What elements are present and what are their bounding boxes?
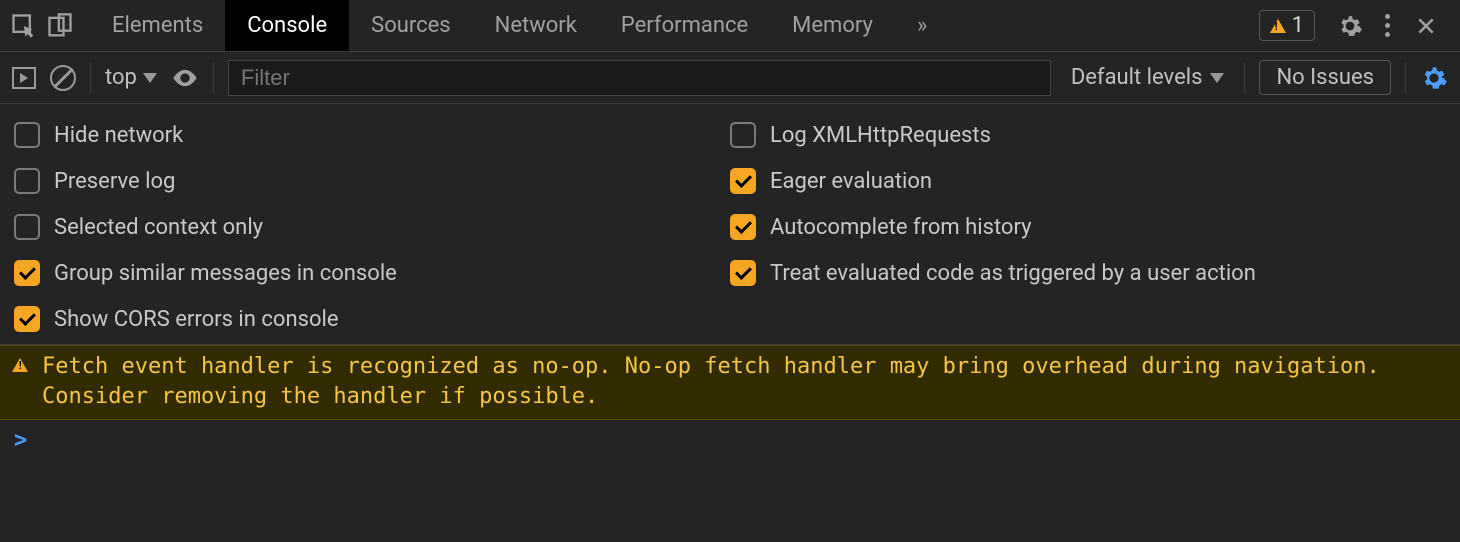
tab-performance[interactable]: Performance bbox=[599, 0, 770, 51]
panel-tabs: Elements Console Sources Network Perform… bbox=[90, 0, 949, 51]
chevron-down-icon bbox=[143, 73, 157, 83]
tab-console[interactable]: Console bbox=[225, 0, 349, 51]
warning-triangle-icon bbox=[1270, 19, 1286, 33]
settings-gear-icon[interactable] bbox=[1337, 13, 1363, 39]
checkbox-label: Log XMLHttpRequests bbox=[770, 123, 991, 148]
top-bar-right: 1 bbox=[1259, 10, 1450, 41]
live-expression-icon[interactable] bbox=[171, 64, 199, 92]
prompt-chevron-icon: > bbox=[14, 428, 27, 453]
separator bbox=[213, 63, 214, 93]
checkbox-label: Show CORS errors in console bbox=[54, 307, 339, 332]
checkbox[interactable] bbox=[14, 306, 40, 332]
checkbox[interactable] bbox=[730, 214, 756, 240]
setting-preserve-log[interactable]: Preserve log bbox=[14, 168, 730, 194]
separator bbox=[1244, 63, 1245, 93]
separator bbox=[90, 63, 91, 93]
checkbox-label: Selected context only bbox=[54, 215, 263, 240]
chevron-down-icon bbox=[1210, 73, 1224, 83]
separator bbox=[1405, 63, 1406, 93]
tab-sources[interactable]: Sources bbox=[349, 0, 473, 51]
context-selector[interactable]: top bbox=[105, 65, 157, 90]
console-settings-panel: Hide network Preserve log Selected conte… bbox=[0, 104, 1460, 345]
setting-treat-user[interactable]: Treat evaluated code as triggered by a u… bbox=[730, 260, 1446, 286]
checkbox[interactable] bbox=[14, 214, 40, 240]
toggle-sidebar-icon[interactable] bbox=[12, 67, 36, 89]
setting-eager-eval[interactable]: Eager evaluation bbox=[730, 168, 1446, 194]
settings-column-left: Hide network Preserve log Selected conte… bbox=[14, 112, 730, 332]
checkbox[interactable] bbox=[14, 168, 40, 194]
tabs-overflow-button[interactable]: » bbox=[895, 0, 949, 51]
filter-input[interactable] bbox=[228, 60, 1051, 96]
clear-console-icon[interactable] bbox=[50, 65, 76, 91]
checkbox-label: Group similar messages in console bbox=[54, 261, 397, 286]
setting-hide-network[interactable]: Hide network bbox=[14, 122, 730, 148]
log-levels-selector[interactable]: Default levels bbox=[1065, 65, 1231, 90]
inspect-element-icon[interactable] bbox=[10, 12, 38, 40]
setting-group-similar[interactable]: Group similar messages in console bbox=[14, 260, 730, 286]
close-icon[interactable] bbox=[1412, 12, 1440, 40]
warning-triangle-icon bbox=[12, 358, 28, 372]
checkbox-label: Preserve log bbox=[54, 169, 175, 194]
warnings-badge[interactable]: 1 bbox=[1259, 10, 1315, 41]
checkbox[interactable] bbox=[730, 260, 756, 286]
setting-selected-context[interactable]: Selected context only bbox=[14, 214, 730, 240]
checkbox[interactable] bbox=[730, 168, 756, 194]
console-settings-gear-icon[interactable] bbox=[1420, 64, 1448, 92]
settings-column-right: Log XMLHttpRequests Eager evaluation Aut… bbox=[730, 112, 1446, 332]
context-label: top bbox=[105, 65, 137, 90]
console-toolbar: top Default levels No Issues bbox=[0, 52, 1460, 104]
checkbox-label: Hide network bbox=[54, 123, 183, 148]
warnings-count: 1 bbox=[1292, 13, 1304, 38]
devtools-top-bar: Elements Console Sources Network Perform… bbox=[0, 0, 1460, 52]
console-input-row[interactable]: > bbox=[0, 420, 1460, 461]
warning-message-text: Fetch event handler is recognized as no-… bbox=[42, 352, 1448, 411]
tab-elements[interactable]: Elements bbox=[90, 0, 225, 51]
checkbox[interactable] bbox=[14, 260, 40, 286]
tab-network[interactable]: Network bbox=[473, 0, 599, 51]
levels-label: Default levels bbox=[1071, 65, 1203, 90]
checkbox-label: Eager evaluation bbox=[770, 169, 932, 194]
top-left-tools bbox=[10, 12, 90, 40]
checkbox[interactable] bbox=[730, 122, 756, 148]
checkbox-label: Autocomplete from history bbox=[770, 215, 1032, 240]
tab-memory[interactable]: Memory bbox=[770, 0, 895, 51]
checkbox[interactable] bbox=[14, 122, 40, 148]
issues-button[interactable]: No Issues bbox=[1259, 60, 1391, 95]
setting-show-cors[interactable]: Show CORS errors in console bbox=[14, 306, 730, 332]
more-menu-icon[interactable] bbox=[1385, 14, 1390, 37]
setting-autocomplete-history[interactable]: Autocomplete from history bbox=[730, 214, 1446, 240]
device-toggle-icon[interactable] bbox=[46, 12, 74, 40]
console-warning-entry[interactable]: Fetch event handler is recognized as no-… bbox=[0, 345, 1460, 420]
checkbox-label: Treat evaluated code as triggered by a u… bbox=[770, 261, 1256, 286]
setting-log-xhr[interactable]: Log XMLHttpRequests bbox=[730, 122, 1446, 148]
